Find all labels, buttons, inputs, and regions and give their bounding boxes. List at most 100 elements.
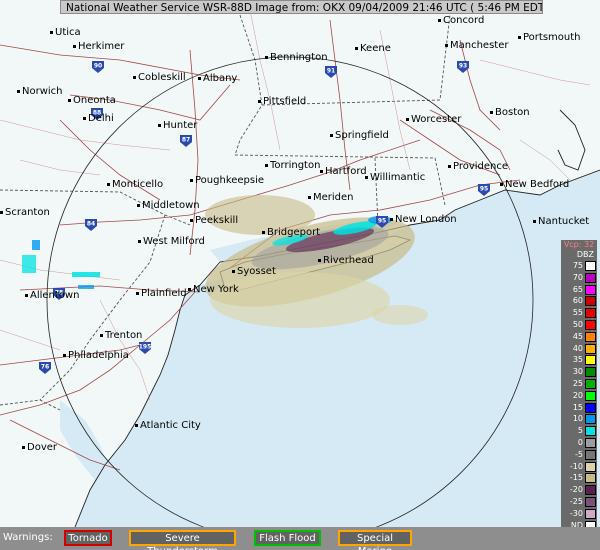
city-label: Middletown bbox=[137, 200, 200, 211]
legend-row: -5 bbox=[561, 448, 597, 461]
legend-swatch bbox=[585, 331, 596, 342]
legend-swatch bbox=[585, 402, 596, 413]
city-label: Riverhead bbox=[318, 255, 374, 266]
legend-row: 10 bbox=[561, 413, 597, 426]
dbz-legend: Vcp: 32 DBZ 75 70 65 60 55 50 45 40 35 30 25 20 15 10… bbox=[561, 240, 597, 532]
legend-value: -15 bbox=[569, 473, 583, 483]
legend-row: 60 bbox=[561, 295, 597, 308]
city-label: Peekskill bbox=[190, 215, 238, 226]
legend-row: -20 bbox=[561, 484, 597, 496]
interstate-number: 76 bbox=[41, 364, 49, 371]
legend-swatch bbox=[585, 296, 596, 307]
legend-value: 25 bbox=[572, 378, 583, 388]
legend-swatch bbox=[585, 461, 596, 472]
severe-thunderstorm-warning-button[interactable]: Severe Thunderstorm bbox=[129, 530, 236, 550]
legend-value: -25 bbox=[569, 496, 583, 506]
city-label: Hunter bbox=[158, 120, 197, 131]
legend-value: 50 bbox=[572, 319, 583, 329]
legend-swatch bbox=[585, 367, 596, 378]
legend-value: 75 bbox=[572, 261, 583, 270]
legend-swatch bbox=[585, 449, 596, 460]
legend-value: 10 bbox=[572, 414, 583, 424]
city-label: Utica bbox=[50, 27, 81, 38]
interstate-number: 87 bbox=[182, 137, 190, 144]
legend-swatch bbox=[585, 426, 596, 437]
radar-frame: 90 91 93 88 87 84 95 95 78 195 76 Nation… bbox=[0, 0, 600, 550]
legend-value: 0 bbox=[577, 437, 583, 447]
city-label: Hartford bbox=[320, 166, 367, 177]
legend-swatch bbox=[585, 343, 596, 354]
legend-swatch bbox=[585, 284, 596, 295]
interstate-number: 95 bbox=[480, 186, 488, 193]
radar-header: National Weather Service WSR-88D Image f… bbox=[60, 0, 543, 14]
city-label: Nantucket bbox=[533, 216, 589, 227]
legend-swatch bbox=[585, 414, 596, 425]
city-label: Willimantic bbox=[365, 172, 425, 183]
city-label: Delhi bbox=[83, 113, 114, 124]
legend-value: 45 bbox=[572, 331, 583, 341]
legend-swatch bbox=[585, 355, 596, 366]
city-label: Cobleskill bbox=[133, 72, 186, 83]
legend-row: 25 bbox=[561, 377, 597, 390]
city-label: Monticello bbox=[107, 179, 163, 190]
legend-row: -30 bbox=[561, 507, 597, 520]
legend-value: 5 bbox=[577, 426, 583, 436]
legend-row: 35 bbox=[561, 354, 597, 367]
special-marine-warning-button[interactable]: Special Marine bbox=[338, 530, 412, 550]
city-label: Boston bbox=[490, 107, 530, 118]
city-label: New London bbox=[390, 214, 457, 225]
city-label: Bridgeport bbox=[262, 227, 320, 238]
legend-swatch bbox=[585, 390, 596, 401]
interstate-number: 95 bbox=[378, 218, 386, 225]
legend-swatch bbox=[585, 261, 596, 271]
legend-value: 15 bbox=[572, 402, 583, 412]
legend-row: 50 bbox=[561, 318, 597, 331]
city-label: Allentown bbox=[25, 290, 79, 301]
city-label: Bennington bbox=[265, 52, 328, 63]
city-label: New York bbox=[188, 284, 239, 295]
legend-swatch bbox=[585, 437, 596, 448]
interstate-number: 91 bbox=[327, 68, 335, 75]
legend-swatch bbox=[585, 319, 596, 330]
city-label: Plainfield bbox=[136, 288, 187, 299]
city-label: Dover bbox=[22, 442, 57, 453]
legend-row: 15 bbox=[561, 401, 597, 414]
city-label: Keene bbox=[355, 43, 391, 54]
tornado-warning-button[interactable]: Tornado bbox=[64, 530, 112, 546]
legend-row: 75 bbox=[561, 260, 597, 272]
legend-swatch bbox=[585, 473, 596, 484]
legend-value: 35 bbox=[572, 355, 583, 365]
city-label: Scranton bbox=[0, 207, 50, 218]
city-label: Springfield bbox=[330, 130, 389, 141]
legend-swatch bbox=[585, 508, 596, 519]
city-label: Syosset bbox=[232, 266, 276, 277]
city-label: Worcester bbox=[406, 114, 461, 125]
legend-value: 60 bbox=[572, 296, 583, 306]
warnings-bar: Warnings: Tornado Severe Thunderstorm Fl… bbox=[0, 527, 600, 550]
legend-row: 20 bbox=[561, 389, 597, 402]
flash-flood-warning-button[interactable]: Flash Flood bbox=[254, 530, 321, 546]
city-label: Herkimer bbox=[73, 41, 124, 52]
city-label: New Bedford bbox=[500, 179, 569, 190]
city-label: Providence bbox=[448, 161, 508, 172]
interstate-number: 90 bbox=[94, 63, 102, 70]
city-label: Torrington bbox=[265, 160, 320, 171]
warnings-label: Warnings: bbox=[3, 532, 53, 543]
legend-row: 40 bbox=[561, 342, 597, 355]
city-label: West Milford bbox=[138, 236, 205, 247]
legend-row: -25 bbox=[561, 495, 597, 508]
legend-row: -15 bbox=[561, 472, 597, 485]
legend-swatch bbox=[585, 272, 596, 283]
city-label: Norwich bbox=[17, 86, 63, 97]
interstate-number: 195 bbox=[139, 344, 152, 351]
city-label: Philadelphia bbox=[63, 350, 129, 361]
legend-row: 65 bbox=[561, 283, 597, 296]
legend-value: -5 bbox=[575, 449, 583, 459]
legend-value: 55 bbox=[572, 308, 583, 318]
legend-row: 5 bbox=[561, 425, 597, 437]
legend-scale: 75 70 65 60 55 50 45 40 35 30 25 20 15 10 5 0 -5 -10 -15 -2… bbox=[561, 260, 597, 532]
city-label: Albany bbox=[198, 73, 237, 84]
legend-row: 45 bbox=[561, 330, 597, 343]
city-label: Trenton bbox=[100, 330, 142, 341]
legend-row: 55 bbox=[561, 307, 597, 319]
